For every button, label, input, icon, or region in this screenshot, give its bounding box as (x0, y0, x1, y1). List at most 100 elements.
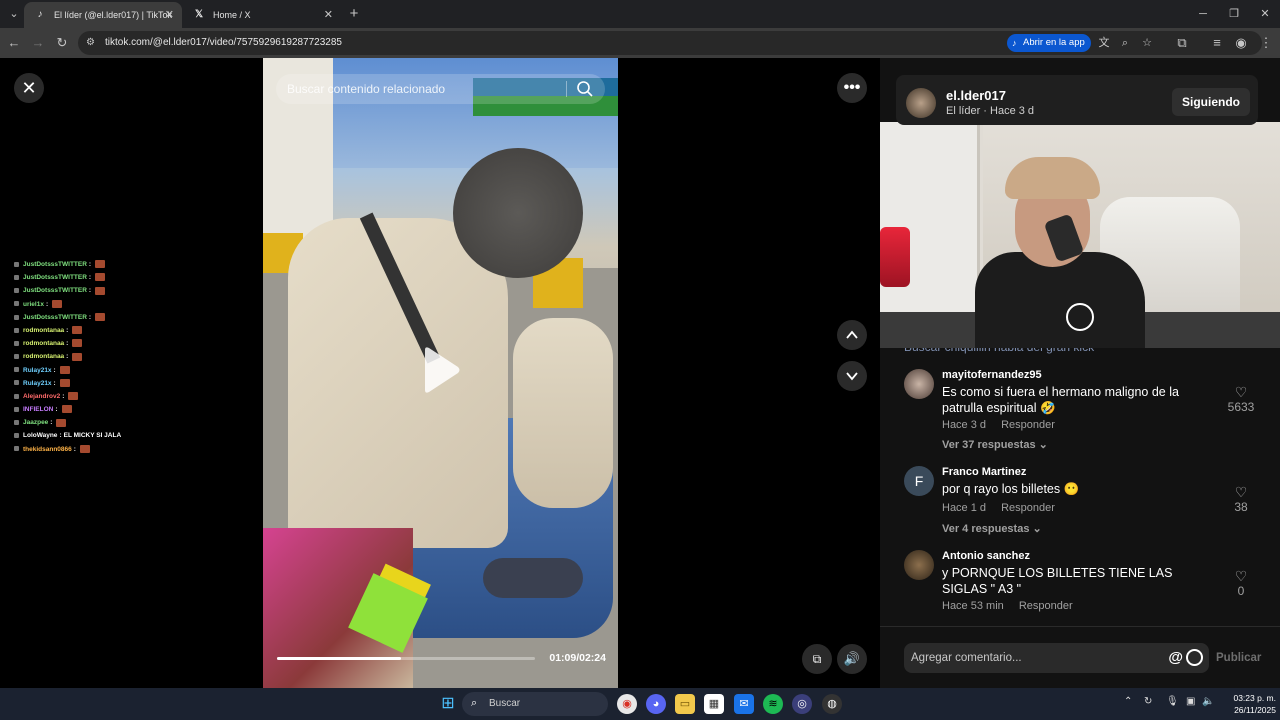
profile-avatar[interactable]: ◉ (1231, 33, 1251, 53)
webcam-play-icon (1066, 303, 1094, 331)
restore-button[interactable]: ❐ (1217, 0, 1251, 28)
emote-icon (59, 365, 70, 374)
bookmark-star-icon[interactable]: ☆ (1139, 35, 1155, 51)
view-replies-button[interactable]: Ver 37 respuestas ⌄ (942, 438, 1048, 451)
commenter-avatar[interactable] (904, 369, 934, 399)
chat-username: JustDotsssTWITTER (23, 287, 87, 295)
emoji-icon[interactable] (1186, 649, 1203, 666)
heart-icon[interactable]: ♡ (1226, 384, 1256, 400)
following-button[interactable]: Siguiendo (1172, 88, 1250, 116)
translate-icon[interactable]: 文 (1096, 35, 1112, 51)
mention-icon[interactable]: @ (1168, 649, 1183, 667)
chat-badge-icon (14, 354, 19, 360)
extensions-icon[interactable]: ⧉ (1172, 33, 1192, 53)
like-count: 38 (1234, 500, 1248, 514)
discord-icon[interactable]: ◕ (646, 694, 666, 714)
tab-tiktok[interactable]: ♪ El líder (@el.lder017) | TikTok ✕ (24, 2, 182, 28)
publish-button[interactable]: Publicar (1216, 643, 1261, 673)
play-icon[interactable] (421, 346, 461, 394)
close-window-button[interactable]: ✕ (1248, 0, 1280, 28)
video-progress-bar[interactable] (277, 657, 535, 660)
volume-button[interactable]: 🔊 (837, 644, 867, 674)
chat-message: uriel1x: (14, 298, 254, 311)
heart-icon[interactable]: ♡ (1226, 484, 1256, 500)
volume-icon: 🔊 (843, 651, 861, 666)
emote-icon (95, 260, 106, 269)
emote-icon (52, 299, 63, 308)
comment-like[interactable]: ♡ 0 (1226, 568, 1256, 598)
commenter-name[interactable]: Franco Martinez (942, 466, 1026, 478)
store-icon[interactable]: ▦ (704, 694, 724, 714)
menu-icon[interactable]: ⋮ (1256, 33, 1276, 53)
back-icon[interactable]: ← (4, 33, 24, 53)
chat-separator: : (50, 419, 53, 427)
commenter-avatar[interactable]: F (904, 466, 934, 496)
emote-icon (95, 286, 106, 295)
mail-icon[interactable]: ✉ (734, 694, 754, 714)
comment-meta: Hace 3 d Responder (942, 419, 1067, 431)
comment-time: Hace 3 d (942, 419, 987, 431)
chat-message: thekidsann0866: (14, 443, 254, 456)
next-video-button[interactable] (837, 361, 867, 391)
new-tab-button[interactable]: + (344, 4, 364, 24)
reply-button[interactable]: Responder (1001, 502, 1055, 514)
comment-input[interactable]: Agregar comentario... @ (904, 643, 1209, 673)
reply-button[interactable]: Responder (1001, 419, 1055, 431)
reply-button[interactable]: Responder (1019, 600, 1073, 612)
emote-icon (72, 326, 83, 335)
comment-like[interactable]: ♡ 38 (1226, 484, 1256, 514)
file-explorer-icon[interactable]: ▭ (675, 694, 695, 714)
system-clock[interactable]: 03:23 p. m. 26/11/2025 (1222, 692, 1276, 716)
taskbar-search[interactable]: ⌕ Buscar (462, 692, 608, 716)
emote-icon (95, 313, 106, 322)
heart-icon[interactable]: ♡ (1226, 568, 1256, 584)
close-tab-icon[interactable]: ✕ (165, 2, 174, 28)
close-tab-icon[interactable]: ✕ (324, 2, 333, 28)
tiktok-icon: ♪ (37, 9, 43, 20)
commenter-name[interactable]: Antonio sanchez (942, 550, 1030, 562)
previous-video-button[interactable] (837, 320, 867, 350)
open-in-app-button[interactable]: ♪ Abrir en la app (1007, 34, 1091, 52)
chrome-icon[interactable]: ◉ (617, 694, 637, 714)
spotify-icon[interactable]: ≋ (763, 694, 783, 714)
microphone-icon[interactable]: 🎙 (1166, 696, 1179, 707)
obs-icon[interactable]: ◍ (822, 694, 842, 714)
comment-placeholder: Agregar comentario... (911, 652, 1022, 664)
emote-icon (56, 418, 67, 427)
comment-like[interactable]: ♡ 5633 (1226, 384, 1256, 414)
url-text[interactable]: tiktok.com/@el.lder017/video/75759296192… (105, 31, 342, 55)
related-search-input[interactable]: Buscar contenido relacionado (276, 74, 605, 104)
video-player[interactable]: Buscar contenido relacionado 01:09/02:24 (263, 58, 618, 688)
tray-overflow-icon[interactable]: ⌃ (1124, 696, 1132, 707)
comment-text: Es como si fuera el hermano maligno de l… (942, 385, 1179, 415)
tab-search-button[interactable]: ⌄ (4, 4, 24, 24)
site-info-icon[interactable]: ⚙ (86, 36, 100, 50)
chat-separator: : (88, 274, 92, 282)
tab-x[interactable]: 𝕏 Home / X ✕ (183, 2, 341, 28)
zoom-icon[interactable]: ⌕ (1117, 35, 1133, 51)
media-controls-icon[interactable]: ≡ (1207, 33, 1227, 53)
commenter-name[interactable]: mayitofernandez95 (942, 369, 1042, 381)
reload-icon[interactable]: ↻ (52, 33, 72, 53)
floating-player-button[interactable]: ⧉ (802, 644, 832, 674)
chat-username: thekidsann0866 (23, 445, 72, 453)
more-options-button[interactable]: ••• (837, 73, 867, 103)
app-icon[interactable]: ◎ (792, 694, 812, 714)
minimize-button[interactable]: ─ (1186, 0, 1220, 28)
author-avatar[interactable] (906, 88, 936, 118)
author-username[interactable]: el.lder017 (946, 88, 1006, 103)
forward-icon[interactable]: → (28, 33, 48, 53)
network-icon[interactable]: ▣ (1186, 696, 1195, 707)
commenter-avatar[interactable] (904, 550, 934, 580)
close-video-button[interactable]: ✕ (14, 73, 44, 103)
emote-icon (79, 444, 90, 453)
speaker-icon[interactable]: 🔈 (1202, 696, 1214, 707)
address-bar[interactable]: ⚙ tiktok.com/@el.lder017/video/757592961… (78, 31, 1262, 55)
view-replies-button[interactable]: Ver 4 respuestas ⌄ (942, 522, 1042, 535)
sync-icon[interactable]: ↻ (1144, 696, 1152, 707)
search-icon[interactable] (576, 80, 594, 98)
chat-separator: : (53, 366, 56, 374)
windows-start-icon[interactable]: ⊞ (438, 694, 458, 714)
clock-time: 03:23 p. m. (1233, 693, 1276, 703)
chat-username: uriel1x (23, 300, 44, 308)
